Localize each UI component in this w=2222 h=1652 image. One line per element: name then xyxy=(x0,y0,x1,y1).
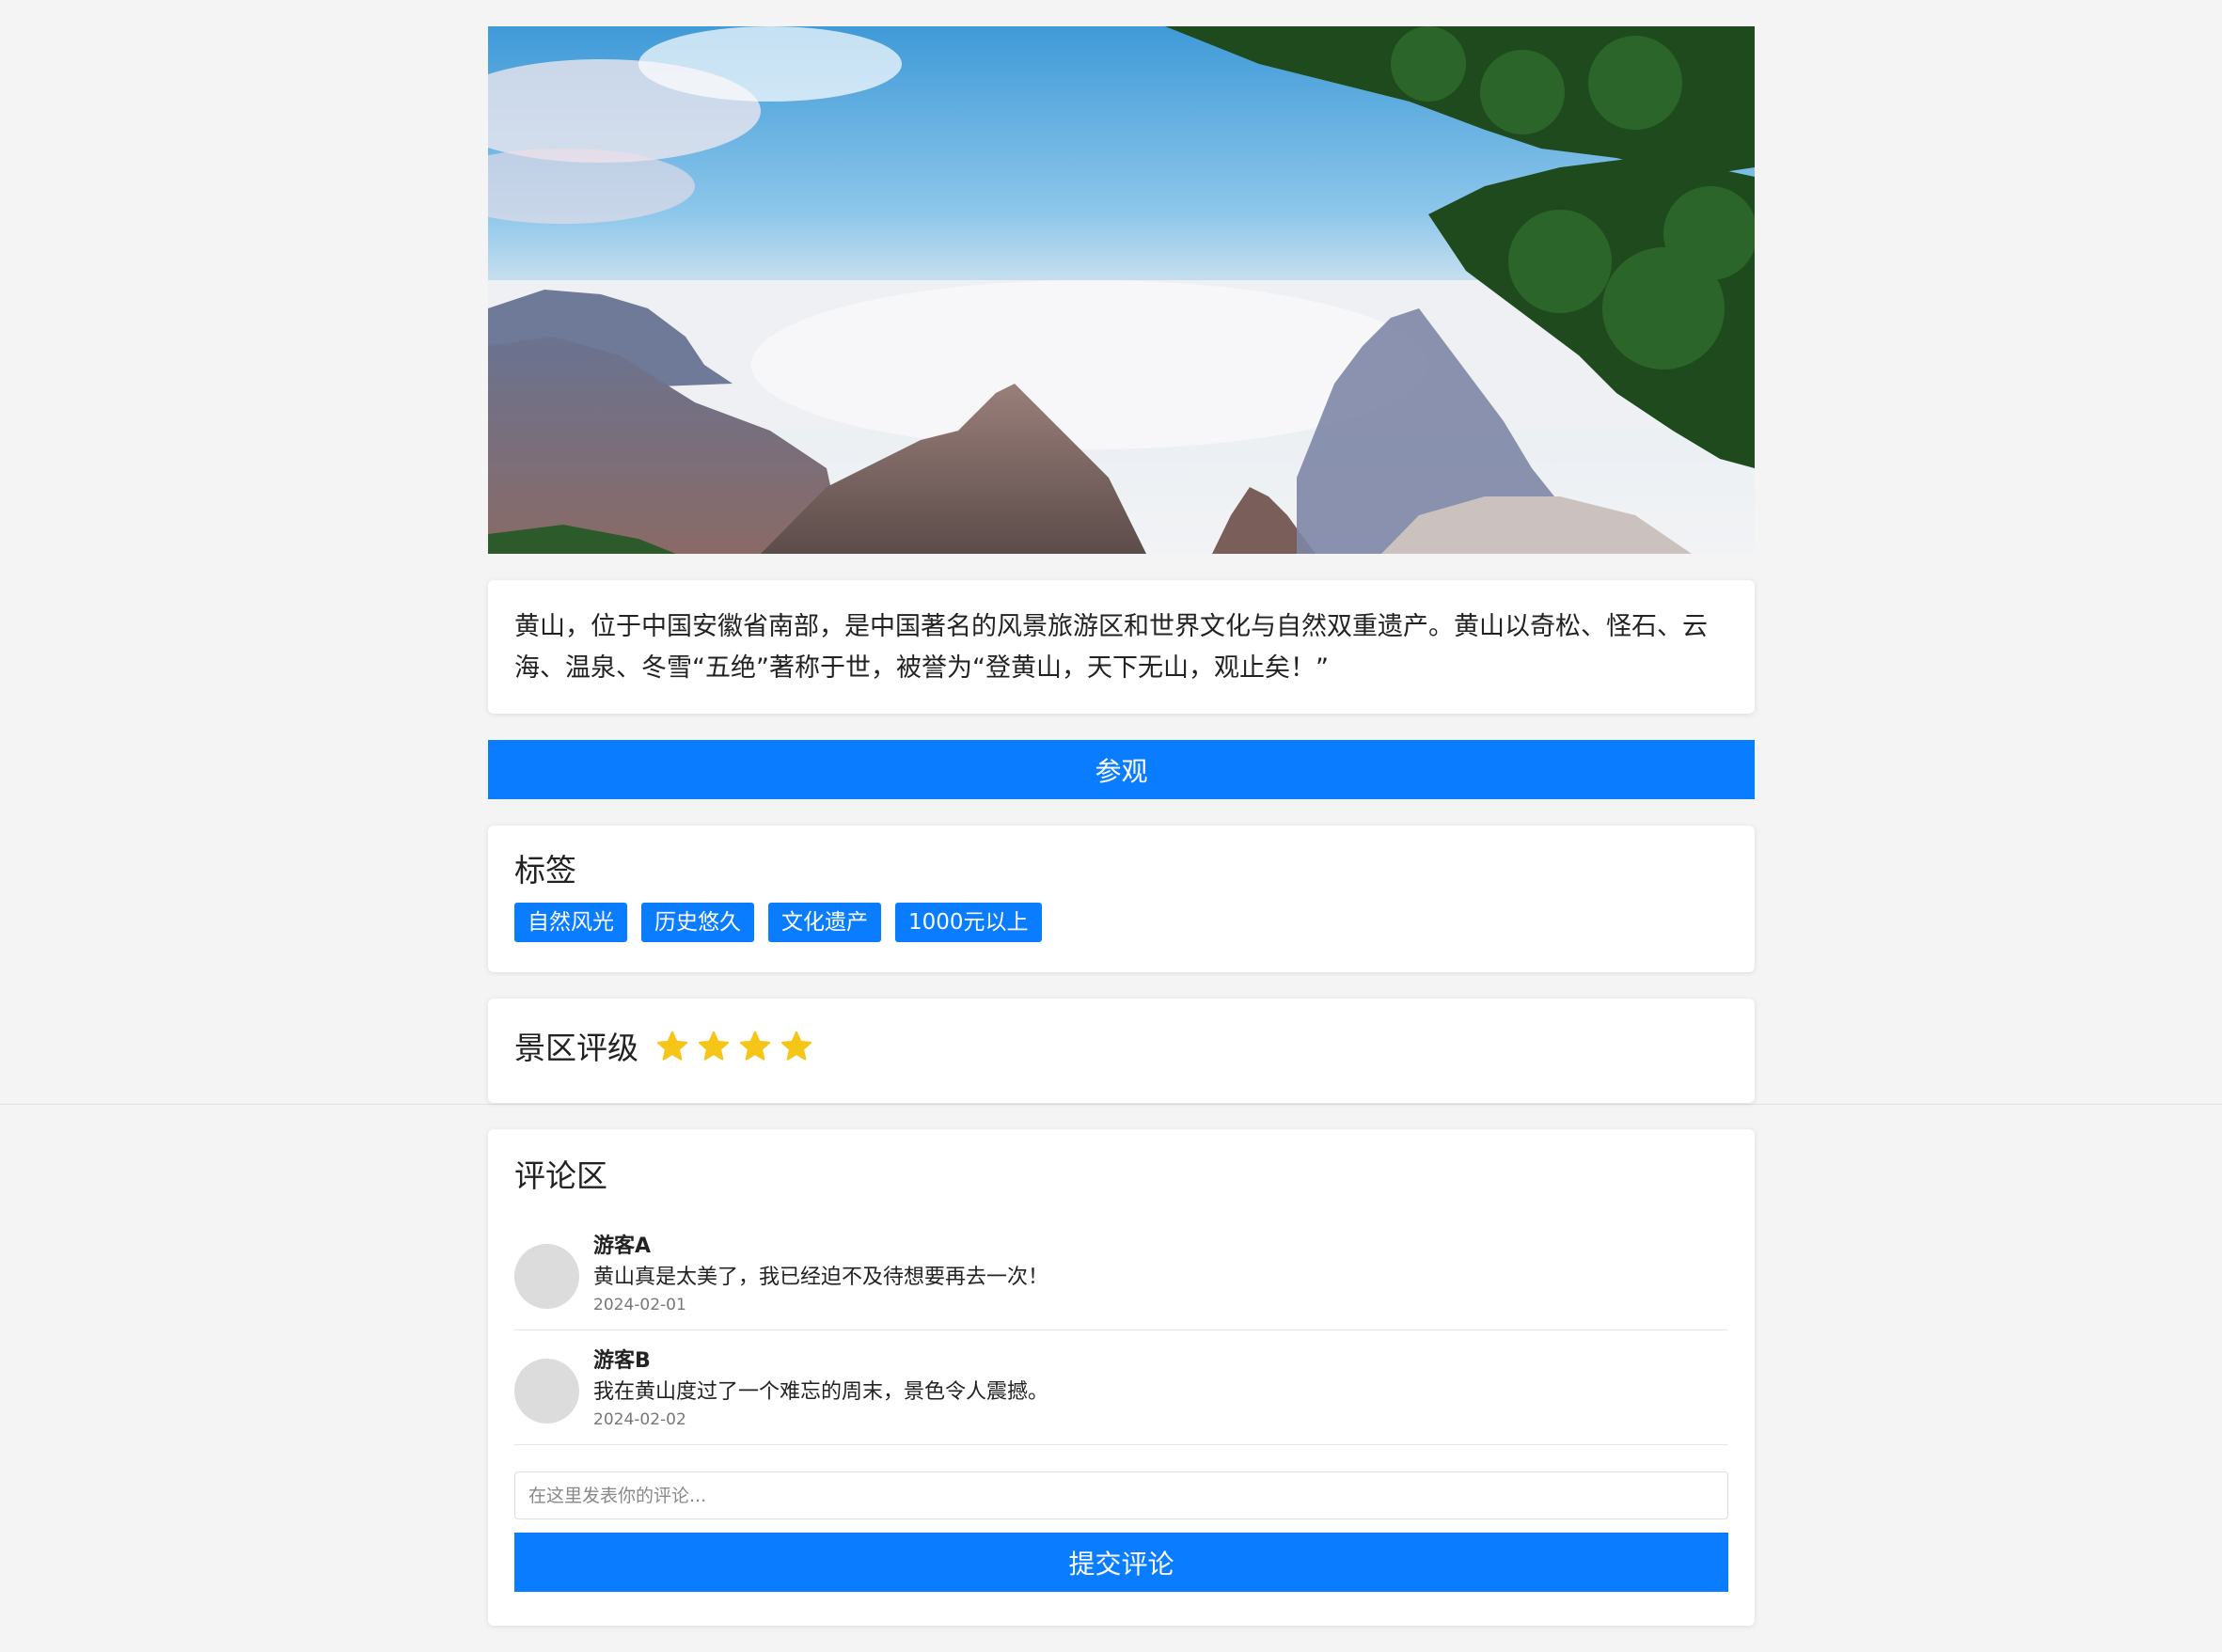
comment-date: 2024-02-01 xyxy=(593,1296,686,1314)
description-card: 黄山，位于中国安徽省南部，是中国著名的风景旅游区和世界文化与自然双重遗产。黄山以… xyxy=(488,580,1755,714)
tag-item[interactable]: 文化遗产 xyxy=(768,903,881,942)
rating-card: 景区评级 xyxy=(488,999,1755,1103)
submit-comment-button[interactable]: 提交评论 xyxy=(514,1533,1728,1592)
tag-list: 自然风光 历史悠久 文化遗产 1000元以上 xyxy=(514,903,1728,942)
star-icon xyxy=(780,1031,812,1061)
comment-item: 游客B 我在黄山度过了一个难忘的周末，景色令人震撼。 2024-02-02 xyxy=(514,1330,1728,1445)
comment-body: 游客B 我在黄山度过了一个难忘的周末，景色令人震撼。 2024-02-02 xyxy=(593,1347,1048,1431)
star-icon xyxy=(739,1031,771,1061)
star-icon xyxy=(698,1031,730,1061)
comment-item: 游客A 黄山真是太美了，我已经迫不及待想要再去一次！ 2024-02-01 xyxy=(514,1216,1728,1330)
description-text: 黄山，位于中国安徽省南部，是中国著名的风景旅游区和世界文化与自然双重遗产。黄山以… xyxy=(514,612,1708,683)
comment-author: 游客B xyxy=(593,1349,651,1373)
avatar xyxy=(514,1359,579,1424)
tag-item[interactable]: 历史悠久 xyxy=(641,903,754,942)
rating-title: 景区评级 xyxy=(514,1029,638,1066)
comment-date: 2024-02-02 xyxy=(593,1410,686,1429)
main-container: 黄山，位于中国安徽省南部，是中国著名的风景旅游区和世界文化与自然双重遗产。黄山以… xyxy=(488,26,1755,1626)
tags-card: 标签 自然风光 历史悠久 文化遗产 1000元以上 xyxy=(488,826,1755,972)
avatar xyxy=(514,1244,579,1309)
tags-title: 标签 xyxy=(514,852,576,889)
rating-stars xyxy=(655,1030,813,1063)
star-icon xyxy=(656,1031,688,1061)
comment-text: 黄山真是太美了，我已经迫不及待想要再去一次！ xyxy=(593,1266,1049,1289)
comments-title: 评论区 xyxy=(514,1157,607,1194)
visit-button[interactable]: 参观 xyxy=(488,740,1755,799)
comment-author: 游客A xyxy=(593,1235,652,1258)
tag-item[interactable]: 自然风光 xyxy=(514,903,627,942)
comment-body: 游客A 黄山真是太美了，我已经迫不及待想要再去一次！ 2024-02-01 xyxy=(593,1233,1048,1316)
comment-input[interactable] xyxy=(514,1471,1728,1519)
tag-item[interactable]: 1000元以上 xyxy=(895,903,1042,942)
comment-text: 我在黄山度过了一个难忘的周末，景色令人震撼。 xyxy=(593,1380,1049,1404)
hero-image xyxy=(488,26,1755,554)
comments-card: 评论区 游客A 黄山真是太美了，我已经迫不及待想要再去一次！ 2024-02-0… xyxy=(488,1129,1755,1626)
